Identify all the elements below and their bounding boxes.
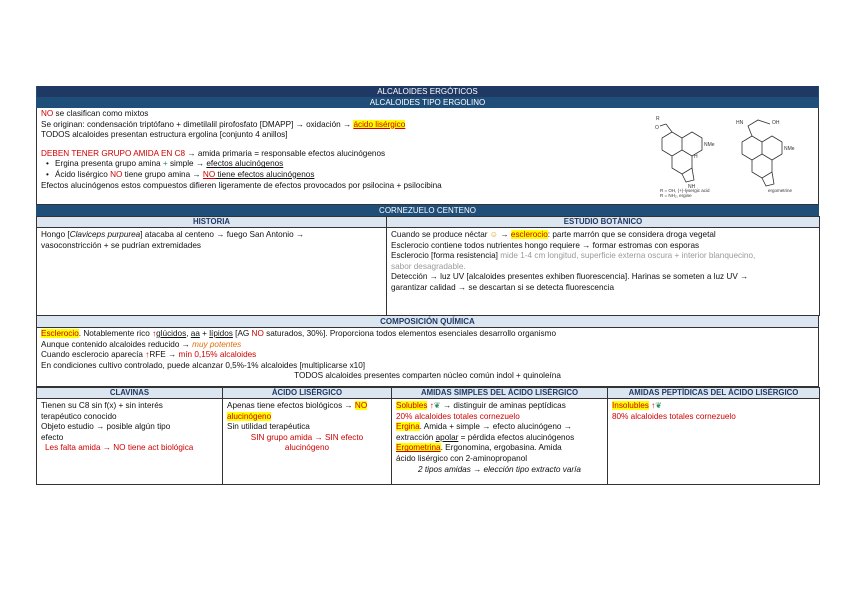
lysergic-structure [659,123,703,183]
structure-label-h: H [694,154,698,160]
section-title-composicion: COMPOSICIÓN QUÍMICA [36,316,819,328]
clavinas-line-2: terapéutico conocido [41,411,117,421]
historia-line-1: Hongo [Claviceps purpurea] atacaba al ce… [41,230,305,239]
ergolino-section: NO se clasifican como mixtos Se originan… [36,108,819,205]
leaf-icon: ❦ [433,401,441,410]
leaf-icon: ❦ [655,401,663,410]
composicion-line-5: TODOS alcaloides presentes comparten núc… [294,371,561,381]
alkaloid-types-table: CLAVINAS ÁCIDO LISÉRGICO AMIDAS SIMPLES … [36,387,820,485]
amidas-line-3: Ergina. Amida + simple → efecto alucinóg… [396,422,572,432]
acido-line-1: Apenas tiene efectos biológicos → NO [227,401,368,410]
amidas-line-6: ácido lisérgico con 2-aminopropanol [396,453,528,463]
amidas-line-7: 2 tipos amidas → elección tipo extracto … [418,464,581,474]
main-title: ALCALOIDES ERGÓTICOS [36,86,819,97]
composicion-section: Esclerocio. Notablemente rico ↑glúcidos,… [36,328,819,387]
clavinas-line-5: Les falta amida → NO tiene act biológica [45,443,194,453]
structure-label-hn: HN [736,120,744,126]
section-title-cornezuelo: CORNEZUELO CENTENO [36,205,819,216]
section-title-ergolino: ALCALOIDES TIPO ERGOLINO [36,97,819,108]
botanico-line-1: Cuando se produce néctar ☺ → esclerocio:… [391,230,716,239]
document-sheet: ALCALOIDES ERGÓTICOS ALCALOIDES TIPO ERG… [36,86,820,485]
composicion-line-1: Esclerocio. Notablemente rico ↑glúcidos,… [41,329,557,338]
structure-caption-3: ergometrine [768,188,793,193]
cornezuelo-table: HISTORIA ESTUDIO BOTÁNICO Hongo [Clavice… [36,216,820,316]
clavinas-line-3: Objeto estudio → posible algún tipo [41,422,171,432]
header-acido-lisergico: ÁCIDO LISÉRGICO [222,387,392,399]
amidas-line-5: Ergometrina. Ergonomina, ergobasina. Ami… [396,443,562,453]
cell-acido-lisergico: Apenas tiene efectos biológicos → NO alu… [222,398,392,485]
ergometrine-structure [741,119,783,187]
structure-label-o: O [655,125,659,131]
structure-label-nme-2: NMe [784,146,795,152]
amidas-line-1: Solubles ↑❦ → distinguir de aminas peptí… [396,401,566,410]
acido-line-3: Sin utilidad terapéutica [227,422,310,432]
composicion-line-3: Cuando esclerocio aparecía ↑RFE → mín 0,… [41,350,257,360]
structure-caption-2: R = NH₂, ergine [660,193,692,198]
amidas-line-2: 20% alcaloides totales cornezuelo [396,411,520,421]
peptidicas-line-1: Insolubles ↑❦ [612,401,663,410]
acido-line-5: alucinógeno [284,443,330,453]
historia-cell: Hongo [Claviceps purpurea] atacaba al ce… [36,227,387,316]
composicion-line-4: En condiciones cultivo controlado, puede… [41,360,366,370]
structure-label-nme: NMe [704,142,715,148]
acido-line-4: SIN grupo amida → SIN efecto [250,432,364,442]
cell-clavinas: Tienen su C8 sin f(x) + sin interés tera… [36,398,223,485]
botanico-header: ESTUDIO BOTÁNICO [386,216,820,228]
header-amidas-peptidicas: AMIDAS PEPTÍDICAS DEL ÁCIDO LISÉRGICO [607,387,820,399]
peptidicas-line-2: 80% alcaloides totales cornezuelo [612,411,736,421]
cell-amidas-peptidicas: Insolubles ↑❦ 80% alcaloides totales cor… [607,398,820,485]
header-amidas-simples: AMIDAS SIMPLES DEL ÁCIDO LISÉRGICO [391,387,608,399]
composicion-line-2: Aunque contenido alcaloides reducido → m… [41,339,242,349]
clavinas-line-1: Tienen su C8 sin f(x) + sin interés [41,401,163,410]
historia-line-2: vasoconstricción + se pudrían extremidad… [41,240,201,250]
amidas-line-4: extracción apolar = pérdida efectos aluc… [396,432,575,442]
clavinas-line-4: efecto [41,432,64,442]
botanico-line-3: Esclerocio [forma resistencia] mide 1-4 … [391,251,756,261]
botanico-line-5: Detección → luz UV [alcaloides presentes… [391,272,749,282]
ergoline-structures-figure: R O NMe H NH R = OH, (+)-lysergic acid R… [655,116,795,198]
structure-label-r: R [656,116,660,122]
historia-header: HISTORIA [36,216,387,228]
botanico-line-4: sabor desagradable. [391,261,466,271]
botanico-line-6: garantizar calidad → se descartan si se … [391,282,615,292]
acido-line-2: alucinógeno [227,411,272,421]
structure-label-oh: OH [772,120,780,126]
sun-icon: ☺ [489,230,499,239]
header-clavinas: CLAVINAS [36,387,223,399]
cell-amidas-simples: Solubles ↑❦ → distinguir de aminas peptí… [391,398,608,485]
botanico-line-2: Esclerocio contiene todos nutrientes hon… [391,240,700,250]
botanico-cell: Cuando se produce néctar ☺ → esclerocio:… [386,227,820,316]
